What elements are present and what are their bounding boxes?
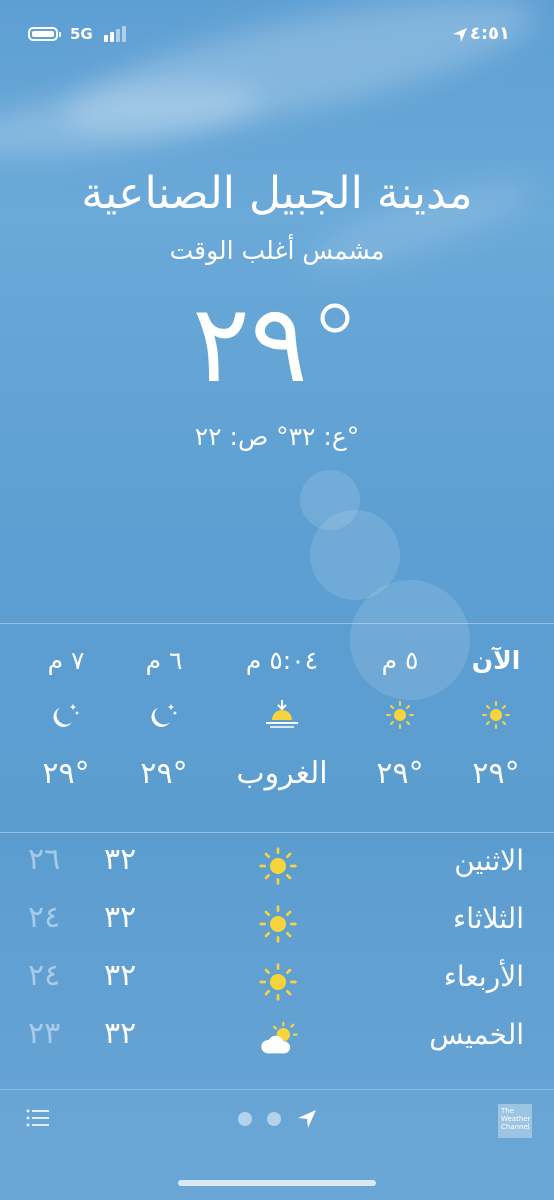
- home-indicator[interactable]: [178, 1180, 376, 1186]
- hour-temperature: ٢٩°: [376, 756, 424, 791]
- day-low: ٢٤: [28, 958, 61, 993]
- sun-icon: [340, 692, 460, 748]
- hourly-item: ٧ م ٢٩°: [6, 646, 126, 791]
- day-high: ٣٢: [104, 900, 137, 935]
- status-bar: 5G ٤:٥١: [0, 22, 554, 50]
- hourly-item: ٥:٠٤ م الغروب: [222, 646, 342, 791]
- hour-temperature: ٢٩°: [42, 756, 90, 791]
- hour-label: ٥:٠٤ م: [245, 646, 319, 675]
- sun-icon: [259, 905, 297, 943]
- day-low: ٢٦: [28, 842, 61, 877]
- hour-temperature: الغروب: [236, 756, 328, 791]
- hourly-item: ٥ م ٢٩°: [340, 646, 460, 791]
- battery-icon: [28, 27, 58, 41]
- day-name: الأربعاء: [443, 960, 524, 993]
- network-type: 5G: [70, 25, 93, 43]
- status-time: ٤:٥١: [469, 23, 510, 44]
- moon-stars-icon: [6, 692, 126, 748]
- daily-row: الخميس ٣٢ ٢٣: [0, 1012, 554, 1070]
- weather-channel-logo[interactable]: The Weather Channel: [498, 1104, 532, 1138]
- high-low-temperature: ع: ٣٢° ص: ٢٢°: [194, 422, 360, 451]
- day-name: الاثنين: [454, 844, 524, 877]
- day-name: الثلاثاء: [453, 902, 524, 935]
- hour-label: ٧ م: [47, 646, 85, 675]
- day-high: ٣٢: [104, 1016, 137, 1051]
- page-dot[interactable]: [238, 1112, 252, 1126]
- signal-icon: [104, 26, 128, 42]
- location-arrow-icon: [453, 28, 467, 42]
- sun-icon: [259, 847, 297, 885]
- daily-row: الاثنين ٣٢ ٢٦: [0, 838, 554, 896]
- page-dot[interactable]: [267, 1112, 281, 1126]
- battery-tip: [59, 32, 61, 37]
- sun-icon: [259, 963, 297, 1001]
- current-location-icon[interactable]: [296, 1108, 318, 1130]
- divider: [0, 1089, 554, 1090]
- current-temperature: ٢٩°: [191, 282, 362, 407]
- daily-row: الأربعاء ٣٢ ٢٤: [0, 954, 554, 1012]
- hour-label: ٥ م: [381, 646, 419, 675]
- day-high: ٣٢: [104, 958, 137, 993]
- city-name: مدينة الجبيل الصناعية: [81, 168, 473, 219]
- day-low: ٢٣: [28, 1016, 61, 1051]
- day-low: ٢٤: [28, 900, 61, 935]
- list-icon[interactable]: [26, 1108, 50, 1128]
- daily-row: الثلاثاء ٣٢ ٢٤: [0, 896, 554, 954]
- partly-cloudy-icon: [261, 1021, 298, 1054]
- day-high: ٣٢: [104, 842, 137, 877]
- day-name: الخميس: [429, 1018, 524, 1051]
- divider: [0, 832, 554, 833]
- sunset-icon: [222, 692, 342, 748]
- weather-condition: مشمس أغلب الوقت: [169, 236, 385, 265]
- weather-channel-logo-text: The Weather Channel: [501, 1107, 531, 1131]
- divider: [0, 623, 554, 624]
